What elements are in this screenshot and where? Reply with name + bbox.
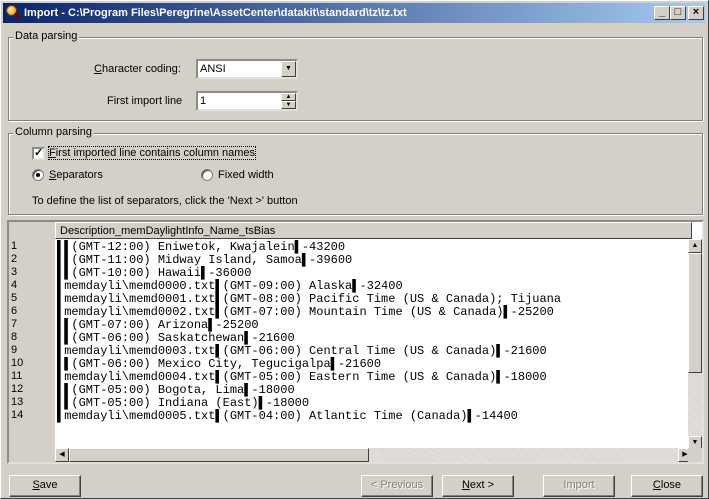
horizontal-scrollbar[interactable]: ◀ ▶ bbox=[55, 448, 692, 462]
preview-line: ▌▌(GMT-06:00) Saskatchewan▌-21600 bbox=[57, 331, 295, 345]
character-coding-label-text: haracter coding: bbox=[101, 63, 181, 75]
maximize-button[interactable]: □ bbox=[670, 6, 686, 20]
first-line-names-text: irst imported line contains column names bbox=[55, 147, 256, 159]
row-number: 1 bbox=[11, 240, 18, 252]
row-number-gutter: 1 2 3 4 5 6 7 8 9 10 11 12 13 14 bbox=[9, 222, 55, 462]
row-number: 3 bbox=[11, 266, 18, 278]
preview-line: ▌▌(GMT-07:00) Arizona▌-25200 bbox=[57, 318, 259, 332]
preview-line: ▌▌(GMT-12:00) Eniwetok, Kwajalein▌-43200 bbox=[57, 240, 346, 254]
close-button[interactable]: Close bbox=[631, 475, 703, 497]
row-number: 6 bbox=[11, 305, 18, 317]
preview-data: ▌▌(GMT-12:00) Eniwetok, Kwajalein▌-43200… bbox=[55, 239, 688, 446]
fixed-width-label[interactable]: Fixed width bbox=[218, 169, 274, 181]
row-number: 2 bbox=[11, 253, 18, 265]
separators-hint: To define the list of separators, click … bbox=[32, 195, 298, 207]
preview-line: ▌▌(GMT-05:00) Bogota, Lima▌-18000 bbox=[57, 383, 295, 397]
data-parsing-group bbox=[8, 37, 703, 121]
character-coding-select[interactable]: ANSI ▼ bbox=[196, 59, 298, 79]
row-number: 5 bbox=[11, 292, 18, 304]
row-number: 7 bbox=[11, 318, 18, 330]
preview-line: ▌▌(GMT-10:00) Hawaii▌-36000 bbox=[57, 266, 252, 280]
character-coding-label: Character coding: bbox=[94, 63, 181, 75]
row-number: 4 bbox=[11, 279, 18, 291]
save-text: ave bbox=[39, 479, 58, 491]
preview-line: ▌memdayli\memd0001.txt▌(GMT-08:00) Pacif… bbox=[57, 292, 562, 306]
row-number: 11 bbox=[11, 370, 23, 382]
next-button[interactable]: Next > bbox=[442, 475, 514, 497]
close-window-button[interactable]: × bbox=[688, 6, 704, 20]
next-text: ext > bbox=[469, 479, 495, 491]
separators-label[interactable]: Separators bbox=[49, 169, 103, 181]
vertical-scrollbar[interactable]: ▲ ▼ bbox=[688, 239, 702, 450]
scroll-left-icon[interactable]: ◀ bbox=[55, 448, 69, 462]
row-number: 8 bbox=[11, 331, 18, 343]
first-import-line-value: 1 bbox=[200, 95, 207, 107]
window-title: Import - C:\Program Files\Peregrine\Asse… bbox=[24, 7, 407, 19]
magnifier-icon bbox=[5, 5, 22, 21]
preview-line: ▌memdayli\memd0000.txt▌(GMT-09:00) Alask… bbox=[57, 279, 403, 293]
data-parsing-label: Data parsing bbox=[13, 30, 80, 42]
first-line-names-label[interactable]: First imported line contains column name… bbox=[47, 146, 257, 160]
row-number: 13 bbox=[11, 396, 24, 408]
first-line-names-checkbox[interactable]: ✓ bbox=[32, 147, 45, 160]
preview-line: ▌memdayli\memd0002.txt▌(GMT-07:00) Mount… bbox=[57, 305, 554, 319]
spin-arrows-icon[interactable]: ▲ ▼ bbox=[281, 93, 296, 109]
scroll-up-icon[interactable]: ▲ bbox=[688, 239, 702, 253]
row-number: 12 bbox=[11, 383, 24, 395]
character-coding-value: ANSI bbox=[200, 63, 226, 75]
chevron-down-icon[interactable]: ▼ bbox=[281, 61, 296, 77]
first-import-line-label: First import line bbox=[107, 95, 183, 107]
separators-text: eparators bbox=[56, 169, 103, 181]
horizontal-scroll-thumb[interactable] bbox=[69, 448, 369, 462]
preview-line: ▌memdayli\memd0005.txt▌(GMT-04:00) Atlan… bbox=[57, 409, 518, 423]
preview-line: ▌▌(GMT-06:00) Mexico City, Tegucigalpa▌-… bbox=[57, 357, 382, 371]
preview-line: ▌memdayli\memd0003.txt▌(GMT-06:00) Centr… bbox=[57, 344, 547, 358]
minimize-button[interactable]: _ bbox=[654, 6, 670, 20]
row-number: 9 bbox=[11, 344, 18, 356]
vertical-scroll-thumb[interactable] bbox=[688, 253, 702, 373]
save-button[interactable]: Save bbox=[9, 475, 81, 497]
title-bar[interactable]: Import - C:\Program Files\Peregrine\Asse… bbox=[3, 3, 706, 23]
scroll-corner bbox=[688, 448, 702, 462]
fixed-width-radio[interactable] bbox=[201, 169, 213, 181]
preview-grid[interactable]: 1 2 3 4 5 6 7 8 9 10 11 12 13 14 Description_memDayli… bbox=[7, 220, 704, 464]
separators-radio[interactable] bbox=[32, 169, 44, 181]
first-import-line-field[interactable]: 1 ▲ ▼ bbox=[196, 91, 298, 111]
previous-button[interactable]: < Previous bbox=[361, 475, 433, 497]
preview-line: ▌memdayli\memd0004.txt▌(GMT-05:00) Easte… bbox=[57, 370, 547, 384]
import-button[interactable]: Import bbox=[543, 475, 615, 497]
row-number: 10 bbox=[11, 357, 24, 369]
import-dialog: Import - C:\Program Files\Peregrine\Asse… bbox=[0, 0, 709, 499]
preview-line: ▌▌(GMT-05:00) Indiana (East)▌-18000 bbox=[57, 396, 310, 410]
close-text: lose bbox=[660, 479, 682, 491]
column-parsing-label: Column parsing bbox=[13, 126, 95, 138]
column-header[interactable]: Description_memDaylightInfo_Name_tsBias bbox=[55, 222, 692, 239]
row-number: 14 bbox=[11, 409, 24, 421]
preview-line: ▌▌(GMT-11:00) Midway Island, Samoa▌-3960… bbox=[57, 253, 353, 267]
